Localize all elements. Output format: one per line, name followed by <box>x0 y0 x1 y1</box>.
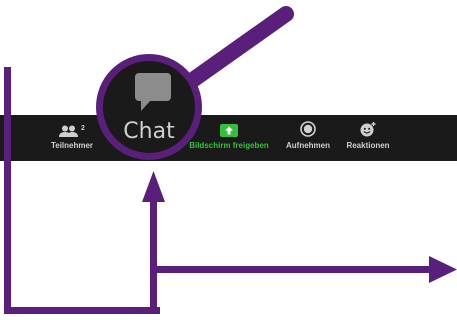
chat-bubble-icon <box>135 73 171 111</box>
annotation-left-line <box>4 67 11 314</box>
annotation-right-arrow-head <box>429 256 457 283</box>
chat-magnifier: Chat <box>96 54 202 160</box>
annotation-up-arrow-shaft <box>150 195 157 314</box>
annotation-overlay <box>4 6 457 314</box>
chat-button[interactable]: Chat <box>103 119 195 144</box>
magnifier-handle <box>182 6 294 90</box>
annotation-right-arrow-shaft <box>150 266 433 273</box>
annotation-bottom-line <box>4 307 160 314</box>
annotation-up-arrow-head <box>142 171 165 202</box>
